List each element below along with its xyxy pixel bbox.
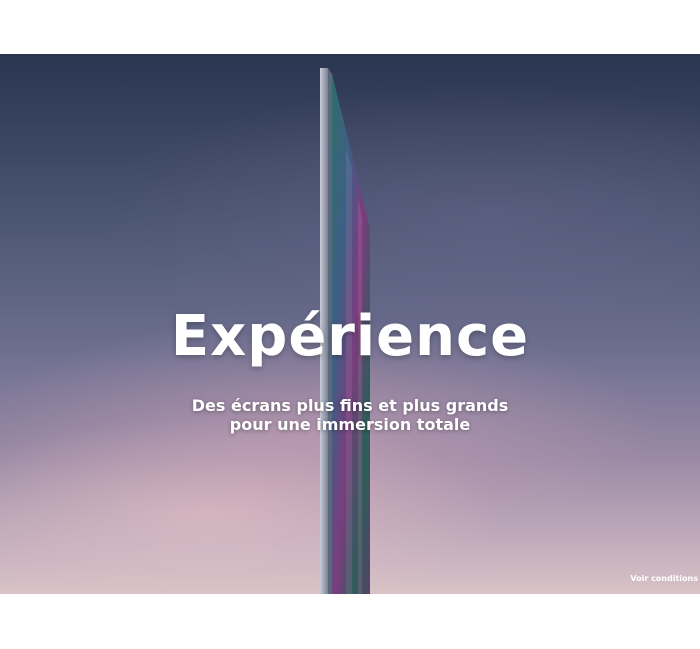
hero-subtitle-line-1: Des écrans plus fins et plus grands	[191, 396, 509, 415]
page: Expérience Des écrans plus fins et plus …	[0, 0, 700, 649]
hero-headline: Expérience	[170, 304, 530, 369]
view-conditions-link[interactable]: Voir conditions	[630, 574, 698, 583]
hero-banner[interactable]: Expérience Des écrans plus fins et plus …	[0, 54, 700, 594]
hero-subtitle: Des écrans plus fins et plus grands pour…	[0, 396, 700, 434]
hero-subtitle-line-2: pour une immersion totale	[229, 415, 471, 434]
